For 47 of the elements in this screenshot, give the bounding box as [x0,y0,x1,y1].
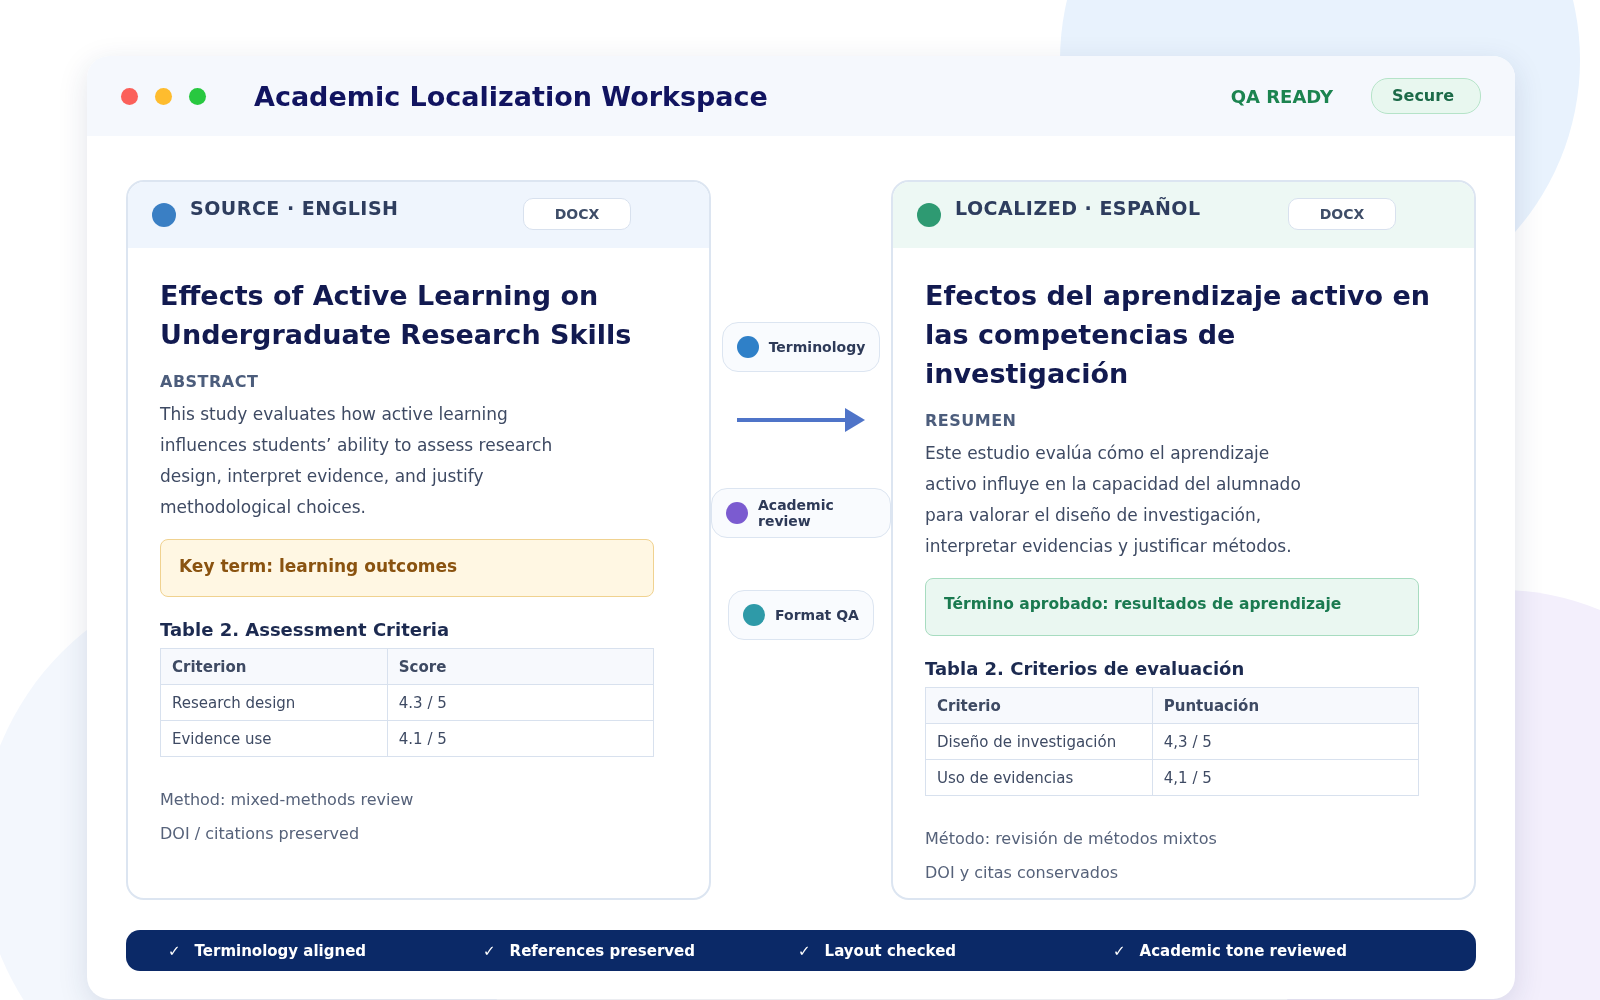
term-note: Término aprobado: resultados de aprendizaje [925,578,1419,636]
abstract-text: This study evaluates how active learning influences students’ ability to assess research design, interpret evidence, and justify methodological choices. [160,403,554,519]
language-label: LOCALIZED · ESPAÑOL [955,197,1202,219]
check-mark: ✓ [1113,941,1126,960]
chip-label: Academic review [758,497,835,529]
table-cell: Diseño de investigación [925,723,1153,760]
column-header: Puntuación [1152,687,1419,724]
footnote-text: Method: mixed-methods review [160,789,415,811]
footnote-text: DOI / citations preserved [160,823,361,845]
checklist-label: Terminology aligned [194,941,367,960]
section-heading: ABSTRACT [160,372,260,391]
table-cell: 4.1 / 5 [387,720,654,757]
table-cell: Research design [160,684,388,721]
checklist-label: References preserved [509,941,695,960]
language-label: SOURCE · ENGLISH [190,197,400,219]
close-button[interactable] [121,87,138,105]
abstract-text: Este estudio evalúa cómo el aprendizaje activo influye en la capacidad del alumnado para valorar el diseño de investigación, interpretar evidencias y justificar métodos. [925,442,1302,558]
format-badge: DOCX [523,198,631,230]
chip-label: Format QA [775,607,859,623]
check-mark: ✓ [798,941,811,960]
table-cell: Evidence use [160,720,388,757]
footnote-text: Método: revisión de métodos mixtos [925,828,1218,850]
check-mark: ✓ [483,941,496,960]
table-cell: 4,1 / 5 [1152,759,1419,796]
maximize-button[interactable] [189,87,206,105]
checklist-label: Academic tone reviewed [1139,941,1347,960]
table-caption: Tabla 2. Criterios de evaluación [925,658,1246,679]
status-badge: Secure [1371,78,1481,114]
table-cell: 4.3 / 5 [387,684,654,721]
checklist-label: Layout checked [824,941,957,960]
term-note: Key term: learning outcomes [160,539,654,597]
check-mark: ✓ [168,941,181,960]
document-title: Effects of Active Learning on Undergraduate Research Skills [160,279,633,352]
column-header: Criterio [925,687,1153,724]
table-cell: 4,3 / 5 [1152,723,1419,760]
status-label: QA READY [1230,85,1333,107]
column-header: Score [387,648,654,685]
window-title: Academic Localization Workspace [254,80,769,112]
table-caption: Table 2. Assessment Criteria [160,619,451,640]
format-badge: DOCX [1288,198,1396,230]
footnote-text: DOI y citas conservados [925,862,1120,884]
section-heading: RESUMEN [925,411,1018,430]
minimize-button[interactable] [155,87,172,105]
column-header: Criterion [160,648,388,685]
document-title: Efectos del aprendizaje activo en las competencias de investigación [925,279,1432,391]
table-cell: Uso de evidencias [925,759,1153,796]
chip-label: Terminology [768,339,866,355]
